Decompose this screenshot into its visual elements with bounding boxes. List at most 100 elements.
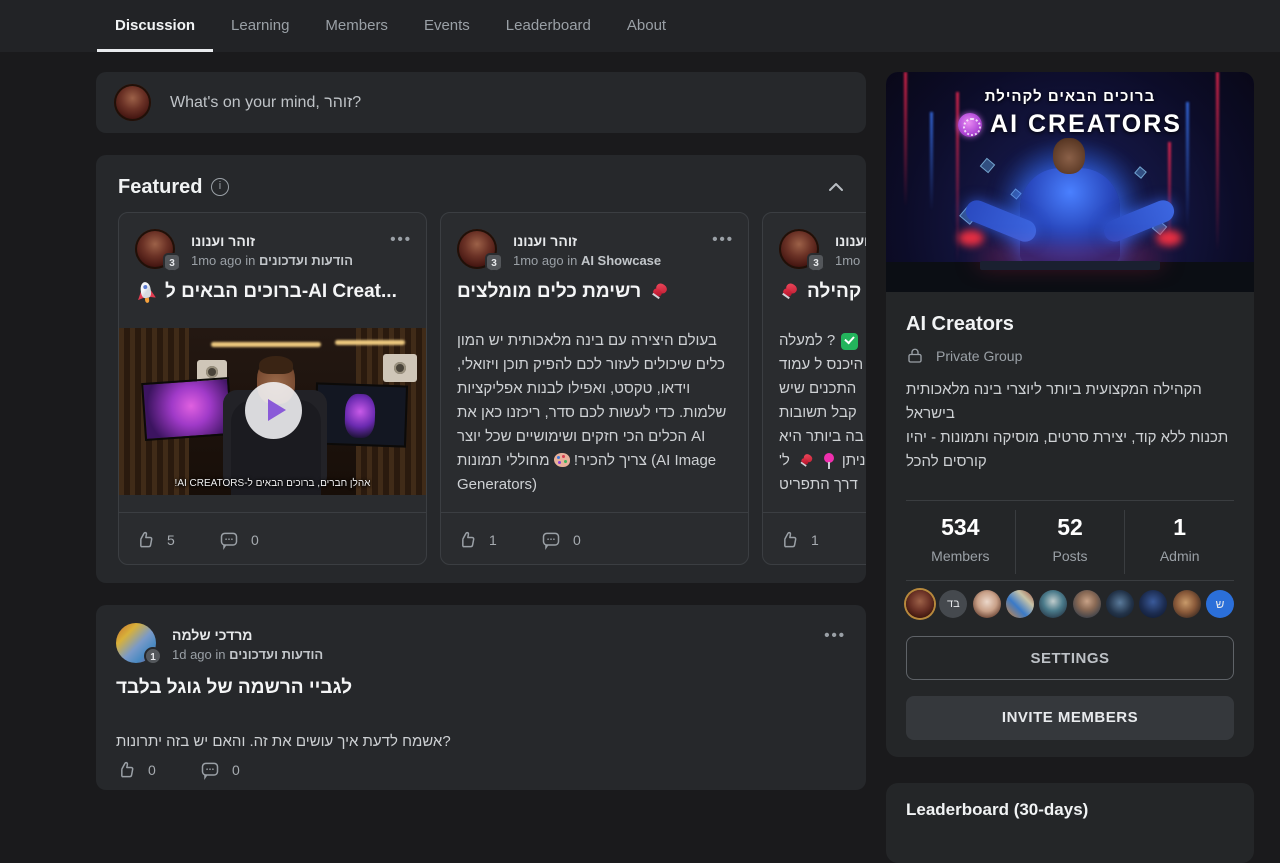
post-body-text: ? למעלה bbox=[779, 329, 835, 353]
featured-post-welcome[interactable]: 3 זוהר וענונו 1mo ago in הודעות ועדכונים… bbox=[118, 212, 427, 565]
member-avatars-row: בד ש bbox=[906, 590, 1234, 618]
top-nav: Discussion Learning Members Events Leade… bbox=[0, 0, 1280, 52]
like-button[interactable] bbox=[779, 530, 799, 550]
banner-figure bbox=[1020, 168, 1120, 264]
post-title: רשימת כלים מומלצים bbox=[457, 281, 732, 303]
author-name[interactable]: זוהר וענונו bbox=[835, 233, 866, 249]
nav-tabs: Discussion Learning Members Events Leade… bbox=[97, 0, 684, 52]
like-button[interactable] bbox=[116, 760, 136, 780]
like-button[interactable] bbox=[135, 530, 155, 550]
post-composer[interactable]: What's on your mind, זוהר? bbox=[96, 72, 866, 133]
video-caption: אהלן חברים, ברוכים הבאים ל-AI CREATORS! bbox=[119, 478, 426, 489]
chevron-up-icon[interactable] bbox=[828, 179, 844, 195]
featured-post-community[interactable]: 3 זוהר וענונו 1mo קהילה ? למעלה היכנס ל … bbox=[762, 212, 866, 565]
user-avatar[interactable] bbox=[114, 84, 151, 121]
post-title: לגביי הרשמה של גוגל בלבד bbox=[116, 677, 352, 699]
tab-learning[interactable]: Learning bbox=[213, 0, 307, 52]
feed-post[interactable]: 1 מרדכי שלמה 1d ago in הודעות ועדכונים •… bbox=[96, 605, 866, 790]
invite-members-button[interactable]: INVITE MEMBERS bbox=[906, 696, 1234, 740]
author-name[interactable]: זוהר וענונו bbox=[191, 233, 255, 249]
kebab-menu-icon[interactable]: ••• bbox=[824, 627, 846, 644]
tab-about[interactable]: About bbox=[609, 0, 684, 52]
divider bbox=[441, 512, 748, 513]
post-body-text: ניתן bbox=[842, 449, 866, 473]
post-body-text: ל' bbox=[779, 449, 790, 473]
post-category[interactable]: הודעות ועדכונים bbox=[229, 647, 323, 662]
stat-admin[interactable]: 1 Admin bbox=[1124, 510, 1234, 574]
comment-count: 0 bbox=[232, 762, 256, 778]
leaderboard-title: Leaderboard (30-days) bbox=[906, 800, 1088, 820]
post-body-text: דרך התפריט bbox=[779, 473, 858, 497]
like-button[interactable] bbox=[457, 530, 477, 550]
pushpin-icon bbox=[798, 453, 814, 469]
author-name[interactable]: זוהר וענונו bbox=[513, 233, 577, 249]
kebab-menu-icon[interactable]: ••• bbox=[390, 231, 412, 248]
member-avatar[interactable] bbox=[973, 590, 1001, 618]
like-count: 0 bbox=[148, 762, 172, 778]
lock-icon bbox=[906, 346, 924, 366]
speaker bbox=[383, 354, 417, 382]
post-time: 1mo ago in bbox=[191, 253, 259, 268]
post-body-text: בה ביותר היא bbox=[779, 425, 864, 449]
tab-discussion[interactable]: Discussion bbox=[97, 0, 213, 52]
banner-welcome-text: ברוכים הבאים לקהילת bbox=[886, 88, 1254, 105]
post-time: 1mo bbox=[835, 253, 860, 268]
post-body-text: התכנים שיש bbox=[779, 377, 856, 401]
post-category[interactable]: הודעות ועדכונים bbox=[259, 253, 353, 268]
member-avatar[interactable] bbox=[1139, 590, 1167, 618]
roundpin-icon bbox=[822, 452, 836, 470]
post-title: קהילה bbox=[779, 281, 866, 303]
monitor-left bbox=[141, 377, 233, 441]
post-meta: 1d ago in הודעות ועדכונים bbox=[172, 647, 323, 662]
member-avatar[interactable] bbox=[1006, 590, 1034, 618]
member-avatar-initials[interactable]: ש bbox=[1206, 590, 1234, 618]
author-name[interactable]: מרדכי שלמה bbox=[172, 627, 252, 643]
featured-section: Featured i 3 זוהר וענונו 1mo ago in הודע… bbox=[96, 155, 866, 583]
leaderboard-card: Leaderboard (30-days) bbox=[886, 783, 1254, 863]
tab-leaderboard[interactable]: Leaderboard bbox=[488, 0, 609, 52]
banner-brand-text: AI CREATORS bbox=[990, 110, 1182, 139]
comment-count: 0 bbox=[573, 532, 597, 548]
post-footer: 1 bbox=[779, 525, 835, 555]
admin-count: 1 bbox=[1125, 514, 1234, 541]
studio-light bbox=[211, 342, 321, 347]
video-thumbnail[interactable]: אהלן חברים, ברוכים הבאים ל-AI CREATORS! bbox=[119, 328, 426, 495]
post-title: ברוכים הבאים ל-AI Creat... bbox=[135, 281, 410, 303]
member-avatar-initials[interactable]: בד bbox=[939, 590, 967, 618]
stat-members[interactable]: 534 Members bbox=[906, 510, 1015, 574]
comment-button[interactable] bbox=[541, 530, 561, 550]
divider bbox=[906, 580, 1234, 581]
member-avatar[interactable] bbox=[1106, 590, 1134, 618]
studio-light bbox=[335, 340, 405, 345]
tab-members[interactable]: Members bbox=[307, 0, 406, 52]
comment-button[interactable] bbox=[200, 760, 220, 780]
post-meta: 1mo ago in הודעות ועדכונים bbox=[191, 253, 353, 268]
member-avatar[interactable] bbox=[1073, 590, 1101, 618]
stat-posts[interactable]: 52 Posts bbox=[1015, 510, 1125, 574]
kebab-menu-icon[interactable]: ••• bbox=[712, 231, 734, 248]
divider bbox=[763, 512, 866, 513]
post-meta: 1mo ago in AI Showcase bbox=[513, 253, 661, 268]
settings-button[interactable]: SETTINGS bbox=[906, 636, 1234, 680]
play-icon[interactable] bbox=[245, 382, 302, 439]
admin-label: Admin bbox=[1125, 548, 1234, 564]
member-avatar[interactable] bbox=[906, 590, 934, 618]
palette-icon bbox=[554, 453, 570, 467]
info-icon[interactable]: i bbox=[211, 178, 229, 196]
post-footer: 1 0 bbox=[457, 525, 597, 555]
members-count: 534 bbox=[906, 514, 1015, 541]
tab-events[interactable]: Events bbox=[406, 0, 488, 52]
rocket-icon bbox=[135, 281, 158, 303]
post-category[interactable]: AI Showcase bbox=[581, 253, 661, 268]
comment-count: 0 bbox=[251, 532, 275, 548]
banner-figure bbox=[1156, 230, 1182, 246]
member-avatar[interactable] bbox=[1173, 590, 1201, 618]
featured-cards-row: 3 זוהר וענונו 1mo ago in הודעות ועדכונים… bbox=[118, 212, 866, 565]
privacy-row: Private Group bbox=[906, 346, 1022, 366]
comment-button[interactable] bbox=[219, 530, 239, 550]
member-avatar[interactable] bbox=[1039, 590, 1067, 618]
level-badge: 3 bbox=[163, 253, 181, 272]
featured-post-tools[interactable]: 3 זוהר וענונו 1mo ago in AI Showcase •••… bbox=[440, 212, 749, 565]
post-body-text: בעולם היצירה עם בינה מלאכותית יש המון כל… bbox=[457, 332, 726, 469]
composer-placeholder[interactable]: What's on your mind, זוהר? bbox=[170, 72, 361, 133]
